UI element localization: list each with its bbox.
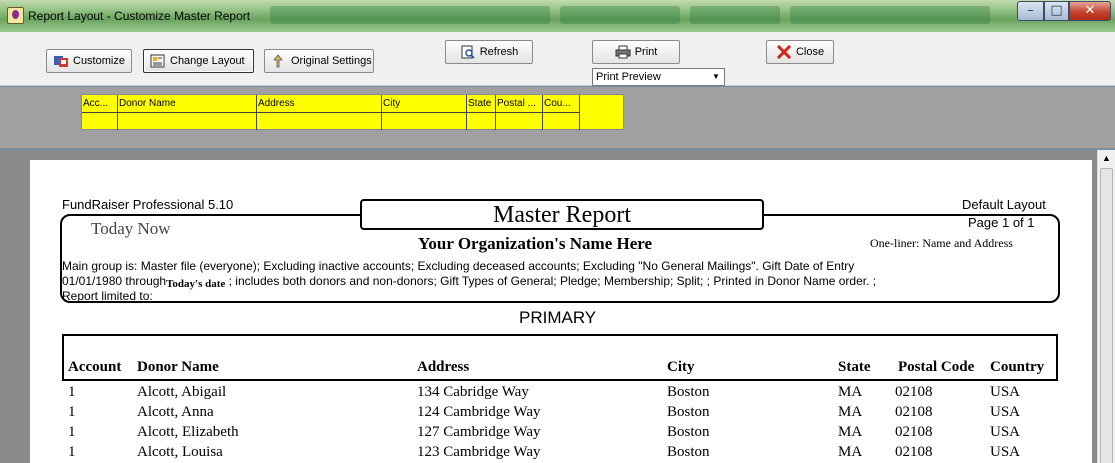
refresh-label: Refresh — [479, 46, 519, 58]
criteria-line-1: Main group is: Master file (everyone); E… — [62, 259, 855, 273]
vertical-scrollbar[interactable]: ▲ — [1097, 150, 1115, 463]
report-title: Master Report — [360, 199, 764, 230]
printer-icon — [615, 45, 631, 59]
original-settings-label: Original Settings — [291, 55, 372, 67]
change-layout-icon — [150, 54, 166, 68]
column-layout-grid[interactable]: Acc... Donor Name Address City State Pos… — [81, 94, 624, 130]
change-layout-button[interactable]: Change Layout — [143, 49, 254, 73]
software-version: FundRaiser Professional 5.10 — [62, 197, 234, 212]
organization-name: Your Organization's Name Here — [418, 234, 653, 253]
header-account: Account — [68, 359, 122, 375]
layout-name: Default Layout — [962, 197, 1046, 212]
todays-date-field: Today's date — [166, 278, 226, 290]
header-country: Country — [990, 359, 1045, 375]
window-titlebar[interactable]: Report Layout - Customize Master Report … — [0, 0, 1115, 32]
customize-label: Customize — [73, 55, 125, 67]
header-postal-code: Postal Code — [898, 359, 975, 375]
header-state: State — [838, 359, 871, 375]
page-number: Page 1 of 1 — [968, 215, 1035, 230]
header-address: Address — [417, 359, 470, 375]
window-close-button[interactable]: ✕ — [1069, 1, 1111, 21]
customize-button[interactable]: Customize — [46, 49, 132, 73]
close-label: Close — [795, 46, 825, 58]
scroll-thumb[interactable] — [1100, 168, 1113, 463]
design-column-donor-name[interactable]: Donor Name — [118, 95, 257, 113]
print-button[interactable]: Print — [592, 40, 680, 64]
one-liner: One-liner: Name and Address — [870, 236, 1013, 250]
scroll-up-arrow-icon[interactable]: ▲ — [1098, 150, 1115, 167]
chevron-down-icon[interactable]: ▼ — [708, 69, 724, 85]
minimize-button[interactable]: – — [1017, 1, 1044, 21]
close-icon — [776, 44, 792, 60]
toolbar: Customize Change Layout Original Setting… — [0, 32, 1115, 86]
refresh-icon — [460, 45, 476, 59]
design-column-postal[interactable]: Postal ... — [496, 95, 543, 113]
today-now: Today Now — [91, 219, 171, 238]
section-title: PRIMARY — [519, 308, 597, 327]
customize-icon — [53, 54, 69, 68]
layout-designer: Acc... Donor Name Address City State Pos… — [0, 87, 1115, 149]
change-layout-label: Change Layout — [170, 55, 245, 67]
original-settings-icon — [271, 54, 287, 68]
print-mode-value: Print Preview — [596, 71, 661, 83]
print-mode-select[interactable]: Print Preview ▼ — [592, 68, 725, 86]
design-column-state[interactable]: State — [467, 95, 496, 113]
close-button[interactable]: Close — [766, 40, 834, 64]
criteria-line-3: Report limited to: — [62, 289, 153, 303]
header-city: City — [667, 359, 695, 375]
app-icon — [7, 7, 24, 24]
design-column-account[interactable]: Acc... — [82, 95, 118, 113]
print-label: Print — [634, 46, 658, 58]
refresh-button[interactable]: Refresh — [445, 40, 533, 64]
original-settings-button[interactable]: Original Settings — [264, 49, 374, 73]
header-donor-name: Donor Name — [137, 359, 219, 375]
design-column-city[interactable]: City — [382, 95, 467, 113]
maximize-button[interactable]: □ — [1044, 1, 1069, 21]
design-column-address[interactable]: Address — [257, 95, 382, 113]
window-title: Report Layout - Customize Master Report — [28, 9, 251, 23]
design-column-country[interactable]: Cou... — [543, 95, 580, 113]
criteria-line-2: 01/01/1980 throughToday's date ; include… — [62, 274, 877, 290]
